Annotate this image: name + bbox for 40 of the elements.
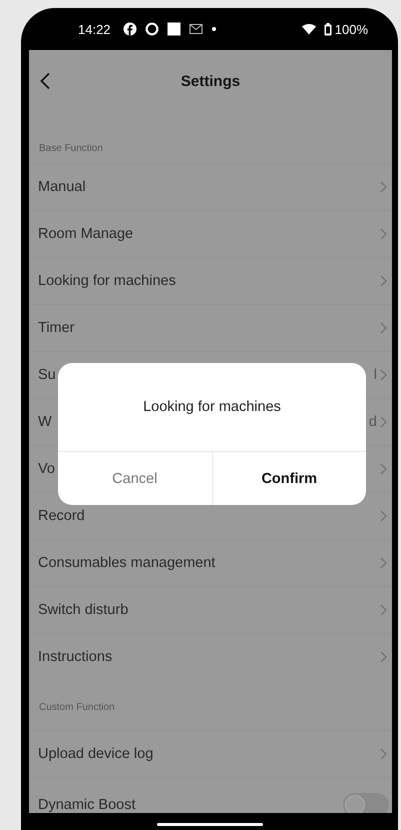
settings-row[interactable]: Switch disturb (29, 586, 392, 633)
section-title: Base Function (39, 143, 103, 154)
battery-icon (324, 22, 332, 36)
chevron-icon (380, 463, 387, 475)
settings-row[interactable]: Timer (29, 304, 392, 351)
back-icon[interactable] (39, 72, 51, 90)
chevron-icon (380, 369, 387, 381)
chevron-icon (380, 416, 387, 428)
chevron-icon (380, 322, 387, 334)
chevron-icon (380, 748, 387, 760)
row-label: Dynamic Boost (38, 796, 136, 812)
settings-row[interactable]: Looking for machines (29, 257, 392, 304)
chevron-icon (380, 181, 387, 193)
settings-row[interactable]: Upload device log (29, 730, 392, 777)
battery-percent: 100% (334, 22, 368, 36)
row-value: d (368, 414, 377, 430)
chevron-icon (380, 651, 387, 663)
chevron-icon (380, 275, 387, 287)
settings-row[interactable]: Room Manage (29, 210, 392, 257)
home-indicator[interactable] (156, 823, 262, 826)
confirm-button[interactable]: Confirm (212, 452, 366, 505)
mail-icon (188, 23, 203, 35)
dot-icon (210, 26, 217, 32)
toggle-switch[interactable] (343, 792, 389, 813)
dialog-title: Looking for machines (58, 363, 366, 452)
settings-row[interactable]: Instructions (29, 633, 392, 680)
status-time: 14:22 (78, 22, 111, 36)
square-icon (166, 22, 181, 36)
ring-icon (144, 22, 159, 36)
section-title: Custom Function (39, 702, 115, 713)
screen-title: Settings (180, 72, 240, 90)
wifi-icon (302, 24, 316, 34)
chevron-icon (380, 510, 387, 522)
chevron-icon (380, 228, 387, 240)
settings-row[interactable]: Manual (29, 163, 392, 210)
settings-row[interactable]: Consumables management (29, 539, 392, 586)
chevron-icon (380, 604, 387, 616)
chevron-icon (380, 557, 387, 569)
facebook-icon (122, 22, 137, 36)
row-value: l (374, 367, 377, 383)
